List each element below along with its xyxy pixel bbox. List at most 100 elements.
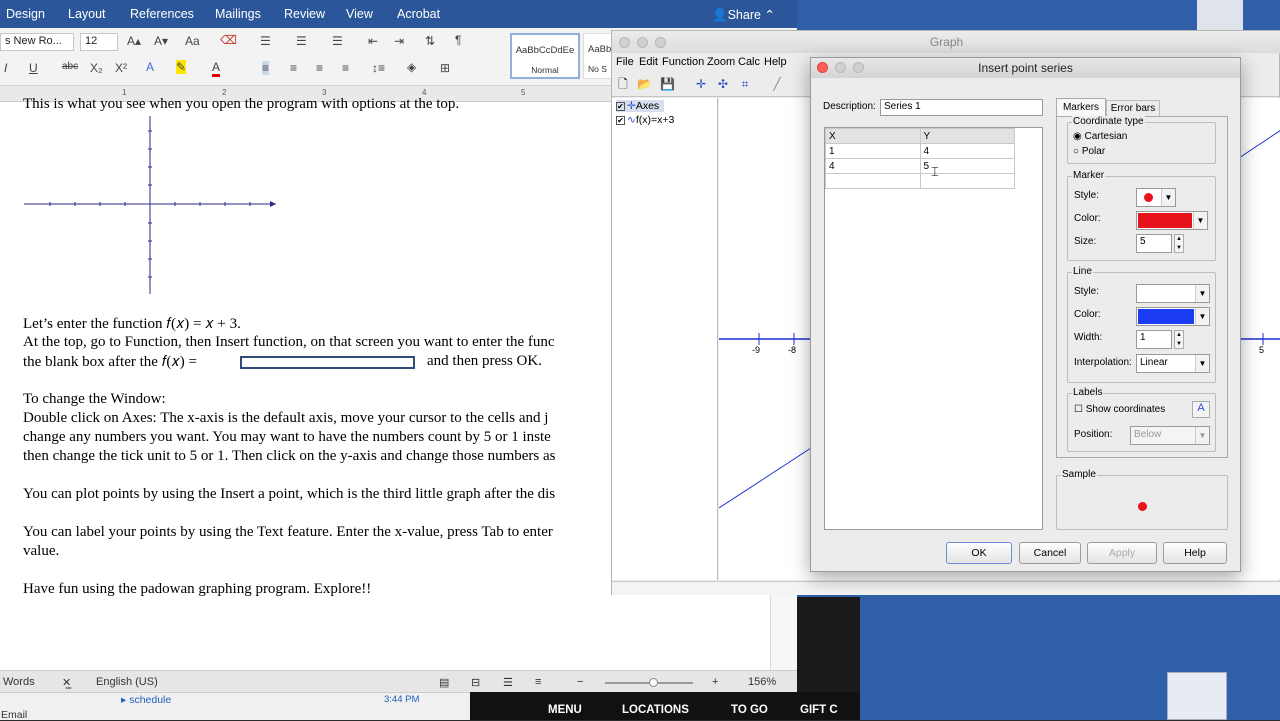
zoom-out-button[interactable]: − bbox=[577, 676, 583, 688]
tab-acrobat[interactable]: Acrobat bbox=[397, 7, 440, 21]
nav-menu[interactable]: MENU bbox=[548, 704, 582, 716]
desktop-file-icon[interactable] bbox=[1167, 672, 1227, 720]
marker-size-input[interactable]: 5 bbox=[1136, 234, 1172, 253]
zoom-slider[interactable] bbox=[605, 678, 693, 687]
desktop-file-icon[interactable] bbox=[1197, 0, 1243, 32]
line-width-input[interactable]: 1 bbox=[1136, 330, 1172, 349]
table-cell[interactable]: 4 bbox=[919, 143, 1015, 159]
bullets-icon[interactable]: ☰ bbox=[260, 34, 271, 48]
cancel-button[interactable]: Cancel bbox=[1019, 542, 1081, 564]
align-left-icon[interactable]: ≡ bbox=[262, 61, 270, 75]
align-center-icon[interactable]: ≡ bbox=[290, 61, 297, 75]
tab-error-bars[interactable]: Error bars bbox=[1106, 100, 1160, 116]
insert-function-icon[interactable]: ✣ bbox=[716, 77, 730, 91]
tab-view[interactable]: View bbox=[346, 7, 373, 21]
decrease-indent-icon[interactable]: ⇤ bbox=[368, 34, 378, 48]
zoom-in-button[interactable]: + bbox=[712, 676, 718, 688]
radio-polar[interactable]: ○ Polar bbox=[1073, 146, 1105, 157]
zoom-slider-thumb[interactable] bbox=[649, 678, 658, 687]
tree-item-function[interactable]: ✔ ∿f(x)=x+3 bbox=[616, 114, 674, 126]
line-color-select[interactable]: ▼ bbox=[1136, 307, 1210, 326]
menu-function[interactable]: Function bbox=[662, 56, 704, 68]
interpolation-select[interactable]: Linear ▼ bbox=[1136, 354, 1210, 373]
help-button[interactable]: Help bbox=[1163, 542, 1227, 564]
table-cell[interactable] bbox=[825, 173, 921, 189]
print-layout-icon[interactable]: ▤ bbox=[439, 676, 449, 689]
checkbox-icon[interactable]: ✔ bbox=[616, 115, 625, 125]
insert-point-series-icon[interactable]: ⌗ bbox=[738, 77, 752, 91]
marker-color-select[interactable]: ▼ bbox=[1136, 211, 1208, 230]
tab-references[interactable]: References bbox=[130, 7, 194, 21]
align-right-icon[interactable]: ≡ bbox=[316, 61, 323, 75]
font-color-icon[interactable]: A bbox=[212, 60, 221, 77]
size-stepper[interactable]: ▲ ▼ bbox=[1174, 234, 1184, 253]
sort-icon[interactable]: ⇅ bbox=[425, 34, 435, 48]
close-icon[interactable] bbox=[817, 62, 828, 73]
clear-formatting-icon[interactable]: ⌫ bbox=[220, 33, 237, 47]
text-effects-icon[interactable]: A bbox=[146, 60, 154, 74]
label-position-select[interactable]: Below ▼ bbox=[1130, 426, 1210, 445]
tab-layout[interactable]: Layout bbox=[68, 7, 106, 21]
nav-gift-cards[interactable]: GIFT C bbox=[800, 704, 838, 716]
shrink-font-icon[interactable]: A▾ bbox=[154, 34, 168, 48]
minimize-icon[interactable] bbox=[637, 37, 648, 48]
subscript-icon[interactable]: X₂ bbox=[90, 61, 103, 75]
embedded-axes-image[interactable] bbox=[20, 114, 280, 296]
zoom-icon[interactable] bbox=[655, 37, 666, 48]
strikethrough-icon[interactable]: abc bbox=[62, 61, 78, 72]
language[interactable]: English (US) bbox=[96, 676, 158, 688]
nav-to-go[interactable]: TO GO bbox=[731, 704, 768, 716]
draft-view-icon[interactable]: ≡ bbox=[535, 676, 541, 688]
tab-review[interactable]: Review bbox=[284, 7, 325, 21]
open-folder-icon[interactable]: 📂 bbox=[637, 77, 652, 91]
zoom-icon[interactable] bbox=[853, 62, 864, 73]
minimize-icon[interactable] bbox=[835, 62, 846, 73]
style-normal[interactable]: AaBbCcDdEe Normal bbox=[510, 33, 580, 79]
underline-icon[interactable]: U bbox=[29, 61, 38, 75]
highlight-icon[interactable]: ✎ bbox=[176, 60, 187, 74]
ok-button[interactable]: OK bbox=[946, 542, 1012, 564]
outlook-item[interactable]: ▸ schedule bbox=[121, 694, 171, 706]
close-icon[interactable] bbox=[619, 37, 630, 48]
menu-edit[interactable]: Edit bbox=[639, 56, 658, 68]
tree-item-axes[interactable]: ✔ ✛Axes bbox=[616, 100, 664, 112]
italic-icon[interactable]: I bbox=[4, 61, 7, 75]
radio-cartesian[interactable]: ◉ Cartesian bbox=[1073, 131, 1127, 142]
table-cell[interactable]: 4 bbox=[825, 158, 921, 174]
justify-icon[interactable]: ≡ bbox=[342, 61, 349, 75]
shading-icon[interactable]: ◈ bbox=[407, 60, 416, 74]
description-input[interactable]: Series 1 bbox=[880, 99, 1043, 116]
label-font-icon[interactable]: A bbox=[1192, 401, 1210, 418]
pilcrow-icon[interactable]: ¶ bbox=[455, 33, 461, 47]
font-name-select[interactable]: s New Ro... bbox=[0, 33, 74, 51]
width-stepper[interactable]: ▲ ▼ bbox=[1174, 330, 1184, 349]
superscript-icon[interactable]: X² bbox=[115, 61, 127, 75]
menu-calc[interactable]: Calc bbox=[738, 56, 760, 68]
tab-markers[interactable]: Markers bbox=[1056, 98, 1106, 116]
marker-style-select[interactable]: ▼ bbox=[1136, 188, 1176, 207]
show-coordinates-checkbox[interactable]: ☐ Show coordinates bbox=[1074, 404, 1165, 415]
word-count[interactable]: Words bbox=[3, 676, 35, 688]
table-cell[interactable]: 1 bbox=[825, 143, 921, 159]
web-layout-icon[interactable]: ⊟ bbox=[471, 676, 480, 689]
tab-design[interactable]: Design bbox=[6, 7, 45, 21]
numbering-icon[interactable]: ☰ bbox=[296, 34, 307, 48]
line-style-select[interactable]: ▼ bbox=[1136, 284, 1210, 303]
tab-mailings[interactable]: Mailings bbox=[215, 7, 261, 21]
save-icon[interactable]: 💾 bbox=[660, 77, 675, 91]
increase-indent-icon[interactable]: ⇥ bbox=[394, 34, 404, 48]
nav-locations[interactable]: LOCATIONS bbox=[622, 704, 689, 716]
menu-file[interactable]: File bbox=[616, 56, 634, 68]
proofing-icon[interactable]: ✕̲ bbox=[62, 676, 71, 689]
change-case-icon[interactable]: Aa bbox=[185, 34, 200, 48]
zoom-level[interactable]: 156% bbox=[748, 676, 776, 688]
menu-zoom[interactable]: Zoom bbox=[707, 56, 735, 68]
multilevel-list-icon[interactable]: ☰ bbox=[332, 34, 343, 48]
insert-tangent-icon[interactable]: ╱ bbox=[770, 77, 784, 91]
outline-view-icon[interactable]: ☰ bbox=[503, 676, 513, 689]
font-size-select[interactable]: 12 bbox=[80, 33, 118, 51]
menu-help[interactable]: Help bbox=[764, 56, 787, 68]
line-spacing-icon[interactable]: ↕≡ bbox=[372, 61, 385, 75]
new-file-icon[interactable]: 🗋 bbox=[616, 77, 630, 91]
apply-button[interactable]: Apply bbox=[1087, 542, 1157, 564]
